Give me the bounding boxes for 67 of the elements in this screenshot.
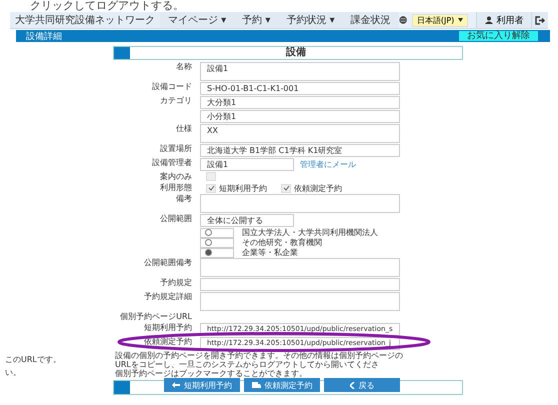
field-label: 案内のみ [159, 172, 192, 182]
card-title: 設備 [284, 47, 307, 59]
field-label: 個別予約ページURL [119, 312, 192, 322]
field-label: 名称 [175, 62, 192, 73]
radio-label: 企業等・私企業 [242, 247, 298, 258]
field-label: 公開範囲備考 [143, 258, 192, 269]
action-button[interactable]: 戻る [324, 378, 400, 392]
language-select[interactable]: 日本語(JP) [412, 14, 468, 26]
field-label: 予約規定 [159, 278, 192, 289]
checkbox[interactable] [206, 172, 216, 181]
field-label: 仕様 [175, 124, 192, 135]
field-label: カテゴリ [159, 96, 192, 107]
checkbox-label: 短期利用予約 [219, 182, 267, 194]
favorite-remove-button[interactable]: お気に入り解除 [459, 31, 538, 41]
input-field[interactable] [200, 278, 400, 291]
nav-menu[interactable]: 予約状況 ▾ [278, 12, 343, 28]
textarea-field[interactable] [200, 258, 400, 277]
note-text: URLをコピーし、一旦このシステムからログアウトしてから開いてくださ [115, 360, 379, 369]
checkbox[interactable] [206, 184, 216, 192]
checkbox[interactable] [281, 184, 291, 192]
action-button[interactable]: 短期利用予約 [164, 378, 240, 392]
accent-block [114, 47, 130, 59]
radio-button[interactable] [205, 249, 212, 256]
input-field[interactable]: 大分類1 [200, 96, 400, 109]
chevron-left-icon [350, 382, 354, 388]
select-field[interactable]: 全体に公開する [200, 214, 294, 227]
input-field[interactable]: 設備1 [200, 158, 294, 171]
field-label: 備考 [175, 194, 192, 205]
globe-icon[interactable] [398, 15, 407, 25]
nav-menu[interactable]: 予約 ▾ [234, 12, 278, 28]
nav-menu[interactable]: 課金状況 [342, 12, 399, 28]
radio-label: 国立大学法人・大学共同利用機関法人 [242, 227, 378, 238]
field-label: 設備コード [151, 82, 192, 93]
textarea-field[interactable] [200, 194, 400, 213]
field-label: 利用形態 [159, 183, 192, 193]
field-label: 公開範囲 [159, 214, 192, 225]
nav-menu[interactable]: マイページ ▾ [160, 12, 234, 28]
user-icon [485, 16, 494, 24]
checkbox-label: 依頼測定予約 [294, 182, 342, 194]
field-label: 設備管理者 [151, 158, 192, 169]
field-label: 予約規定詳細 [143, 292, 192, 303]
input-field[interactable]: 北海道大学 B1学部 C1学科 K1研究室 [200, 144, 400, 157]
note-text: 設備の個別の予約ページを開き予約できます。その他の情報は個別予約ページの [115, 351, 403, 360]
radio-label: その他研究・教育機関 [242, 237, 322, 248]
accent-block [114, 381, 130, 394]
note-text: 個別予約ページはブックマークすることができます。 [115, 369, 307, 378]
action-button[interactable]: 依頼測定予約 [244, 378, 320, 392]
input-field[interactable]: 小分類1 [200, 110, 400, 123]
user-menu[interactable]: 利用者 [476, 12, 532, 28]
note-text: このURLです。 [5, 355, 61, 364]
site-title[interactable]: 大学共同研究設備ネットワーク [10, 12, 160, 28]
radio-button[interactable] [205, 239, 212, 246]
logout-icon [535, 16, 546, 24]
caption-text: クリックしてログアウトする。 [30, 0, 184, 12]
textarea-field[interactable] [200, 292, 400, 311]
caret-down-icon [458, 18, 464, 22]
note-text: い。 [5, 368, 21, 377]
arrow-left-icon [172, 382, 180, 388]
textarea-field[interactable]: 設備1 [200, 62, 400, 81]
radio-button[interactable] [205, 229, 212, 236]
field-label: 設置場所 [159, 144, 192, 155]
section-title: 設備詳細 [26, 30, 62, 42]
field-label: 短期利用予約 [143, 323, 192, 334]
input-field[interactable]: S-HO-01-B1-C1-K1-001 [200, 82, 400, 95]
logout-button[interactable] [531, 12, 548, 28]
mail-link[interactable]: 管理者にメール [300, 159, 356, 170]
textarea-field[interactable]: XX [200, 124, 400, 143]
